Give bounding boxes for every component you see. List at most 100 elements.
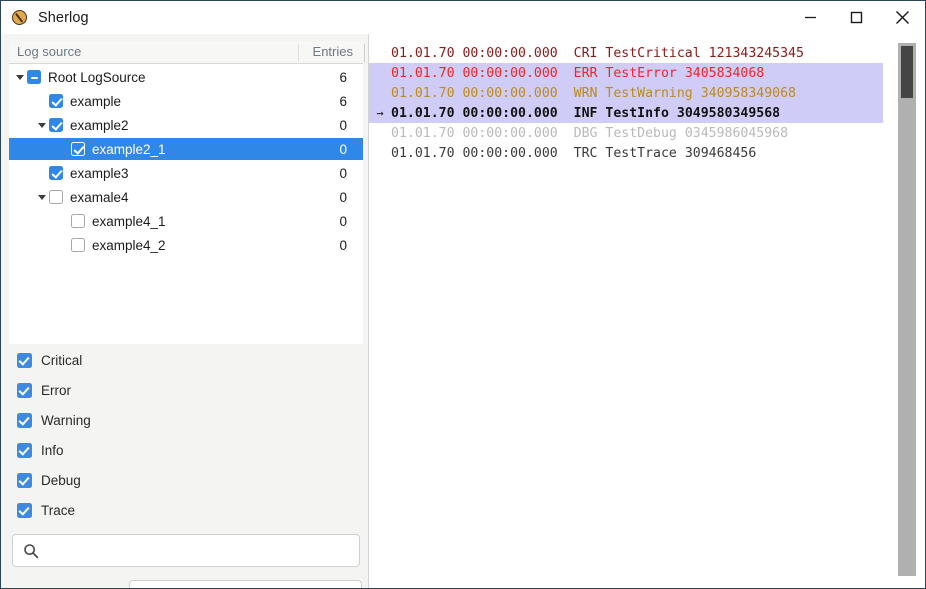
tree-row-label: example3: [70, 166, 295, 181]
log-entry-row[interactable]: →01.01.70 00:00:00.000 INF TestInfo 3049…: [369, 103, 883, 123]
log-entry-level: TRC: [574, 146, 598, 161]
log-entry-level: ERR: [574, 66, 598, 81]
tree-row-entry-count: 0: [295, 118, 363, 133]
log-entry-text: 01.01.70 00:00:00.000 DBG TestDebug 0345…: [391, 126, 788, 141]
log-scrollbar-thumb[interactable]: [901, 46, 913, 98]
delta-time-field[interactable]: +0D 00:00:00.000: [129, 580, 362, 589]
log-entry-text: 01.01.70 00:00:00.000 INF TestInfo 30495…: [391, 106, 780, 121]
app-coffee-bean-icon: [11, 9, 29, 27]
log-entry-row[interactable]: 01.01.70 00:00:00.000 CRI TestCritical 1…: [369, 43, 883, 63]
log-view-panel[interactable]: 01.01.70 00:00:00.000 CRI TestCritical 1…: [369, 34, 925, 588]
filter-label: Trace: [41, 503, 75, 518]
filter-checkbox[interactable]: [17, 443, 32, 458]
tree-checkbox[interactable]: [27, 70, 41, 84]
log-entry-timestamp: 01.01.70 00:00:00.000: [391, 126, 558, 141]
tree-twisty-spacer: [57, 210, 71, 232]
filter-checkbox[interactable]: [17, 413, 32, 428]
tree-row[interactable]: Root LogSource6: [9, 66, 363, 88]
tree-checkbox[interactable]: [71, 238, 85, 252]
log-entry-message: TestWarning: [605, 86, 692, 101]
tree-row-label: example2_1: [92, 142, 295, 157]
severity-filter-trace[interactable]: Trace: [17, 503, 75, 518]
log-entry-message: TestDebug: [605, 126, 676, 141]
maximize-icon: [850, 11, 863, 24]
log-entry-id: 0345986045968: [685, 126, 788, 141]
title-bar: Sherlog: [1, 1, 925, 34]
severity-filter-error[interactable]: Error: [17, 383, 71, 398]
severity-filter-critical[interactable]: Critical: [17, 353, 82, 368]
tree-row[interactable]: example30: [9, 162, 363, 184]
log-entry-message: TestTrace: [605, 146, 676, 161]
anchor-arrow-icon: →: [369, 106, 391, 120]
tree-checkbox[interactable]: [49, 166, 63, 180]
search-input[interactable]: [47, 542, 351, 559]
minimize-button[interactable]: [787, 1, 833, 34]
log-entry-level: WRN: [574, 86, 598, 101]
tree-row-entry-count: 0: [295, 142, 363, 157]
tree-row-label: example4_2: [92, 238, 295, 253]
chevron-down-icon[interactable]: [13, 66, 27, 88]
log-entry-level: DBG: [574, 126, 598, 141]
tree-row-label: example2: [70, 118, 295, 133]
log-source-tree[interactable]: Root LogSource6example6example20example2…: [9, 64, 363, 344]
log-entry-row[interactable]: 01.01.70 00:00:00.000 DBG TestDebug 0345…: [369, 123, 883, 143]
log-entry-level: CRI: [574, 46, 598, 61]
close-button[interactable]: [879, 1, 925, 34]
chevron-down-icon[interactable]: [35, 186, 49, 208]
column-divider-left: [298, 44, 299, 62]
tree-checkbox[interactable]: [49, 94, 63, 108]
log-entry-row[interactable]: 01.01.70 00:00:00.000 ERR TestError 3405…: [369, 63, 883, 83]
tree-checkbox[interactable]: [71, 214, 85, 228]
tree-row-entry-count: 6: [295, 70, 363, 85]
log-entry-id: 340958349068: [701, 86, 796, 101]
tree-row[interactable]: example4_20: [9, 234, 363, 256]
column-header-entries[interactable]: Entries: [305, 44, 353, 59]
main-content: Log source Entries Root LogSource6exampl…: [1, 34, 925, 588]
log-entry-message: TestError: [605, 66, 676, 81]
tree-row-label: Root LogSource: [48, 70, 295, 85]
tree-row[interactable]: example4_10: [9, 210, 363, 232]
tree-row[interactable]: example20: [9, 114, 363, 136]
tree-row[interactable]: example2_10: [9, 138, 363, 160]
log-scrollbar-track[interactable]: [898, 43, 916, 576]
tree-checkbox[interactable]: [49, 190, 63, 204]
log-entry-text: 01.01.70 00:00:00.000 CRI TestCritical 1…: [391, 46, 804, 61]
minimize-icon: [804, 11, 817, 24]
log-entry-row[interactable]: 01.01.70 00:00:00.000 TRC TestTrace 3094…: [369, 143, 883, 163]
filter-label: Info: [41, 443, 64, 458]
severity-filter-info[interactable]: Info: [17, 443, 64, 458]
log-entry-text: 01.01.70 00:00:00.000 WRN TestWarning 34…: [391, 86, 796, 101]
search-icon: [23, 543, 39, 559]
filter-label: Error: [41, 383, 71, 398]
filter-checkbox[interactable]: [17, 383, 32, 398]
log-entry-timestamp: 01.01.70 00:00:00.000: [391, 86, 558, 101]
log-entry-timestamp: 01.01.70 00:00:00.000: [391, 106, 558, 121]
tree-row[interactable]: example6: [9, 90, 363, 112]
log-entry-row[interactable]: 01.01.70 00:00:00.000 WRN TestWarning 34…: [369, 83, 883, 103]
column-divider-right: [364, 44, 365, 62]
log-entry-message: TestInfo: [605, 106, 669, 121]
tree-twisty-spacer: [57, 234, 71, 256]
search-box[interactable]: [12, 534, 360, 567]
chevron-down-icon[interactable]: [35, 114, 49, 136]
tree-row[interactable]: examale40: [9, 186, 363, 208]
filter-label: Warning: [41, 413, 91, 428]
filter-checkbox[interactable]: [17, 473, 32, 488]
log-entry-list: 01.01.70 00:00:00.000 CRI TestCritical 1…: [369, 43, 883, 163]
tree-row-entry-count: 0: [295, 238, 363, 253]
window-title: Sherlog: [38, 10, 89, 26]
tree-checkbox[interactable]: [71, 142, 85, 156]
tree-twisty-spacer: [35, 90, 49, 112]
filter-checkbox[interactable]: [17, 353, 32, 368]
severity-filter-debug[interactable]: Debug: [17, 473, 81, 488]
close-icon: [895, 10, 910, 25]
tree-checkbox[interactable]: [49, 118, 63, 132]
filter-checkbox[interactable]: [17, 503, 32, 518]
log-entry-level: INF: [574, 106, 598, 121]
tree-row-entry-count: 6: [295, 94, 363, 109]
column-header-log-source[interactable]: Log source: [17, 44, 81, 59]
tree-twisty-spacer: [57, 138, 71, 160]
maximize-button[interactable]: [833, 1, 879, 34]
severity-filter-warning[interactable]: Warning: [17, 413, 91, 428]
delta-time-row: Δt (hover-anchor): +0D 00:00:00.000: [12, 579, 362, 589]
